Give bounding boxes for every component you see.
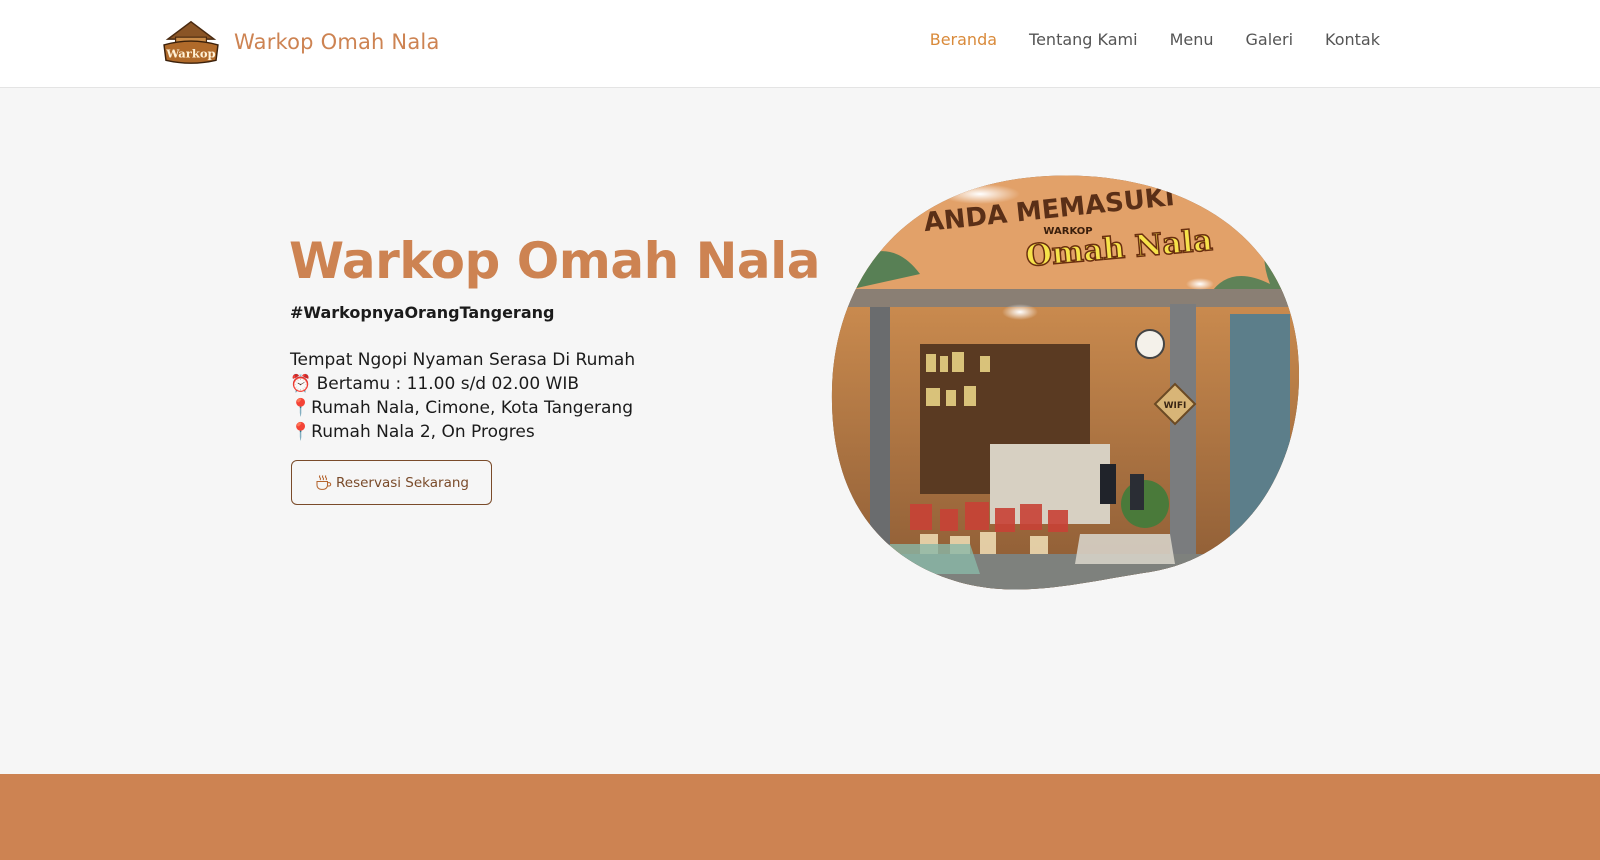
nav-item-kontak[interactable]: Kontak xyxy=(1325,30,1380,49)
nav-item-beranda[interactable]: Beranda xyxy=(930,30,997,49)
opening-hours: ⏰ Bertamu : 11.00 s/d 02.00 WIB xyxy=(290,374,580,394)
main-nav: Beranda Tentang Kami Menu Galeri Kontak xyxy=(930,30,1380,50)
nav-item-galeri[interactable]: Galeri xyxy=(1246,30,1294,49)
hero-info-list: Tempat Ngopi Nyaman Serasa Di Rumah ⏰ Be… xyxy=(290,348,635,444)
location-1: 📍Rumah Nala, Cimone, Kota Tangerang xyxy=(290,398,633,418)
navbar: Warkop Warkop Omah Nala Beranda Tentang … xyxy=(0,0,1600,88)
brand-name[interactable]: Warkop Omah Nala xyxy=(234,30,440,54)
hero-hashtag: #WarkopnyaOrangTangerang xyxy=(290,303,555,322)
brand-link[interactable]: Warkop Warkop Omah Nala xyxy=(162,16,440,68)
hot-coffee-cup-icon xyxy=(316,474,332,490)
footer-band xyxy=(0,774,1600,860)
hero-cafe-photo: ANDA MEMASUKI WARKOP Omah Nala WIFI xyxy=(831,175,1300,590)
hero-tagline: Tempat Ngopi Nyaman Serasa Di Rumah xyxy=(290,350,636,370)
photo-wifi-text: WIFI xyxy=(1164,401,1187,411)
reservation-button-label: Reservasi Sekarang xyxy=(336,474,469,491)
nav-item-tentang-kami[interactable]: Tentang Kami xyxy=(1029,30,1138,49)
nav-item-menu[interactable]: Menu xyxy=(1170,30,1214,49)
logo-text: Warkop xyxy=(165,46,215,60)
hero-title: Warkop Omah Nala xyxy=(289,232,821,290)
warkop-logo-icon: Warkop xyxy=(163,20,219,64)
location-2: 📍Rumah Nala 2, On Progres xyxy=(290,422,535,442)
reservation-button[interactable]: Reservasi Sekarang xyxy=(291,460,492,505)
